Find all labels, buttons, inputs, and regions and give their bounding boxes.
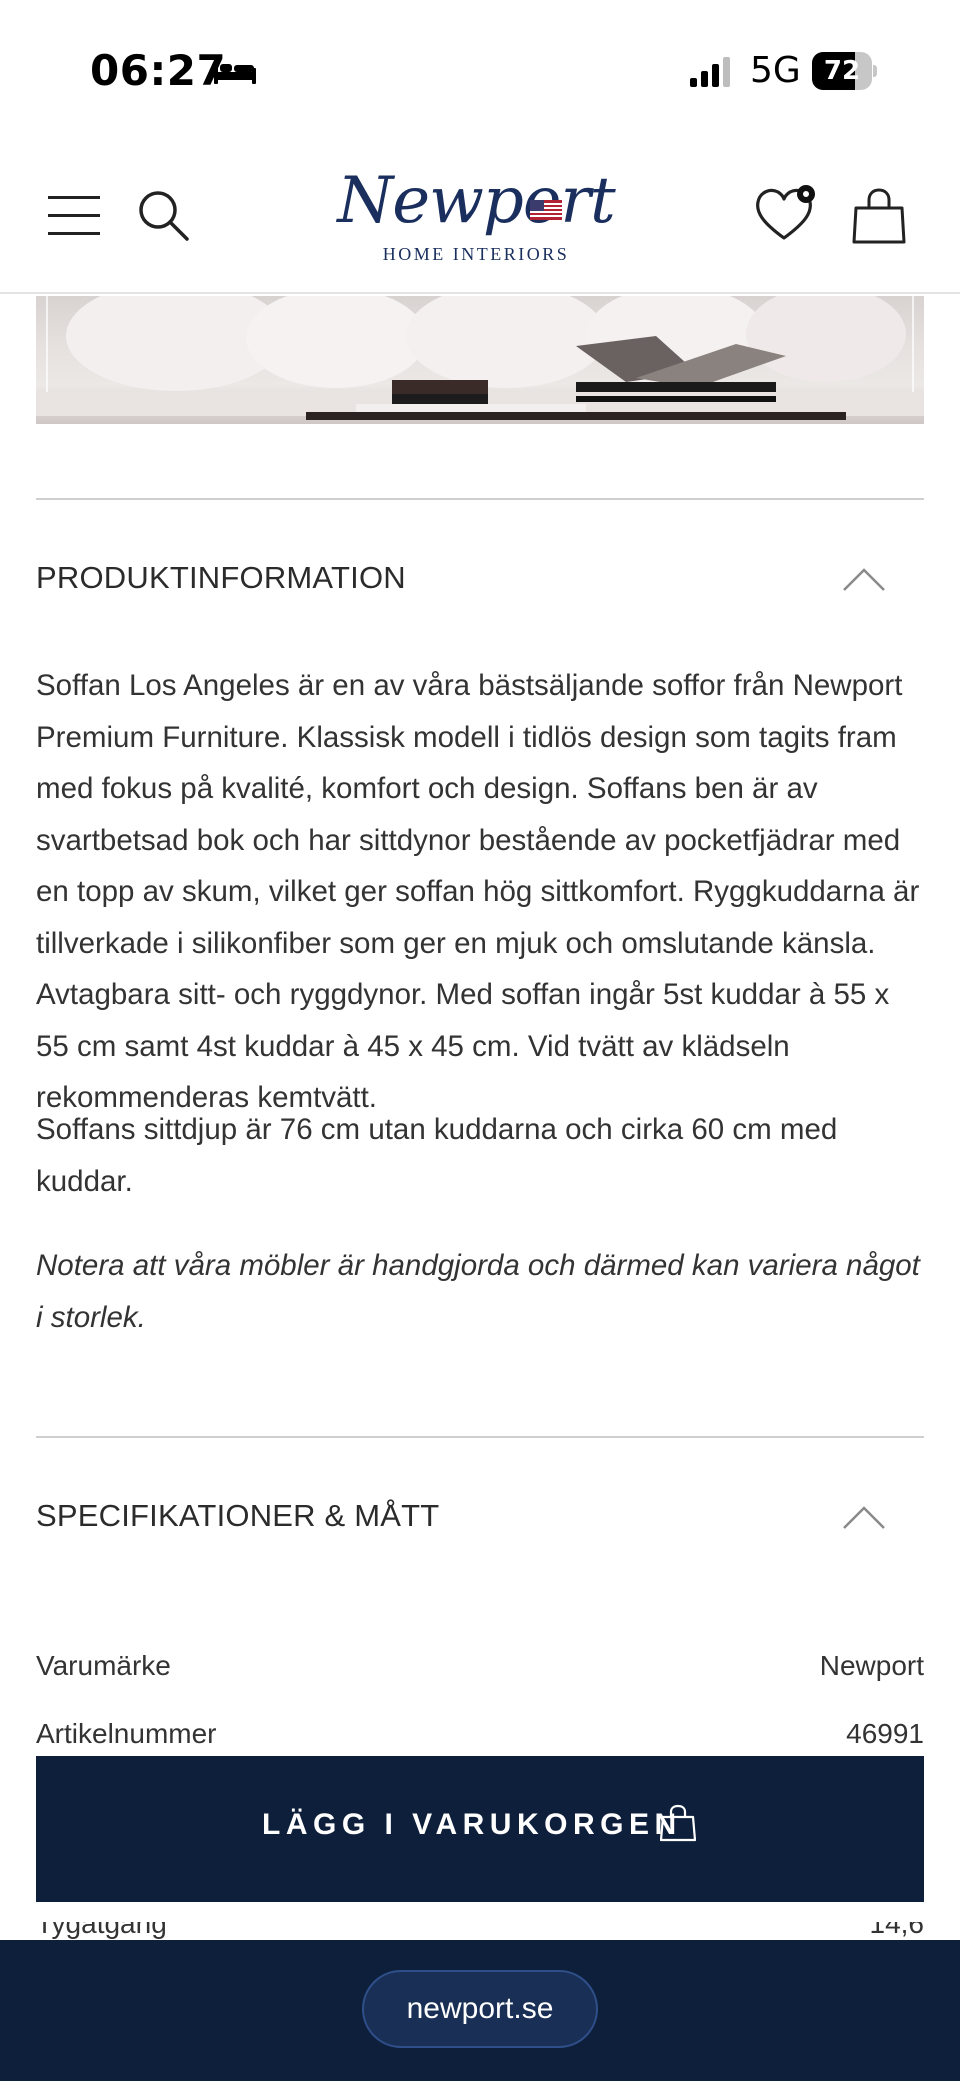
newport-logo[interactable]: Newport HOME INTERIORS xyxy=(326,164,626,274)
wishlist-heart-icon[interactable] xyxy=(754,184,818,244)
spec-value: 46991 xyxy=(846,1718,924,1749)
specifikationer-heading[interactable]: SPECIFIKATIONER & MÅTT xyxy=(36,1498,439,1534)
us-flag-icon xyxy=(530,200,562,220)
shopping-bag-icon xyxy=(660,1804,696,1842)
url-text: newport.se xyxy=(406,1992,554,2025)
browser-address-bar: newport.se xyxy=(0,1940,960,2081)
product-description: Soffan Los Angeles är en av våra bästsäl… xyxy=(36,669,920,1114)
spec-value: Newport xyxy=(819,1650,924,1681)
spec-label: Artikelnummer xyxy=(36,1718,217,1749)
url-field[interactable]: newport.se xyxy=(362,1970,598,2048)
shopping-bag-icon[interactable] xyxy=(852,188,906,244)
add-to-cart-label: LÄGG I VARUKORGEN xyxy=(262,1808,682,1841)
spec-row-fabric-consumption: Tygåtgång 14,6 xyxy=(36,1922,924,1940)
search-icon[interactable] xyxy=(136,188,190,242)
spec-row-article-number: Artikelnummer 46991 xyxy=(36,1718,924,1758)
cellular-signal-icon xyxy=(690,57,730,87)
battery-indicator: 72 xyxy=(812,52,877,90)
hamburger-menu-icon[interactable] xyxy=(46,194,102,238)
spec-label: Varumärke xyxy=(36,1650,171,1681)
site-header: Newport HOME INTERIORS xyxy=(0,140,960,294)
produktinformation-heading[interactable]: PRODUKTINFORMATION xyxy=(36,560,406,596)
chevron-up-icon[interactable] xyxy=(842,566,886,592)
network-type: 5G xyxy=(750,50,801,91)
handmade-note: Notera att våra möbler är handgjorda och… xyxy=(36,1249,920,1334)
sleep-focus-icon xyxy=(214,60,256,84)
chevron-up-icon[interactable] xyxy=(842,1504,886,1530)
section-divider xyxy=(36,1436,924,1438)
product-image xyxy=(36,296,924,424)
battery-level: 72 xyxy=(823,56,861,86)
spec-value: 14,6 xyxy=(869,1922,925,1939)
spec-label: Tygåtgång xyxy=(36,1922,167,1939)
spec-row-brand: Varumärke Newport xyxy=(36,1650,924,1690)
status-time: 06:27 xyxy=(90,46,227,95)
section-divider xyxy=(36,498,924,500)
seat-depth-text: Soffans sittdjup är 76 cm utan kuddarna … xyxy=(36,1113,838,1198)
add-to-cart-button[interactable]: LÄGG I VARUKORGEN xyxy=(36,1756,924,1902)
logo-wordmark: Newport xyxy=(337,164,615,238)
status-bar: 06:27 5G 72 xyxy=(0,0,960,140)
logo-subtitle: HOME INTERIORS xyxy=(382,244,570,264)
